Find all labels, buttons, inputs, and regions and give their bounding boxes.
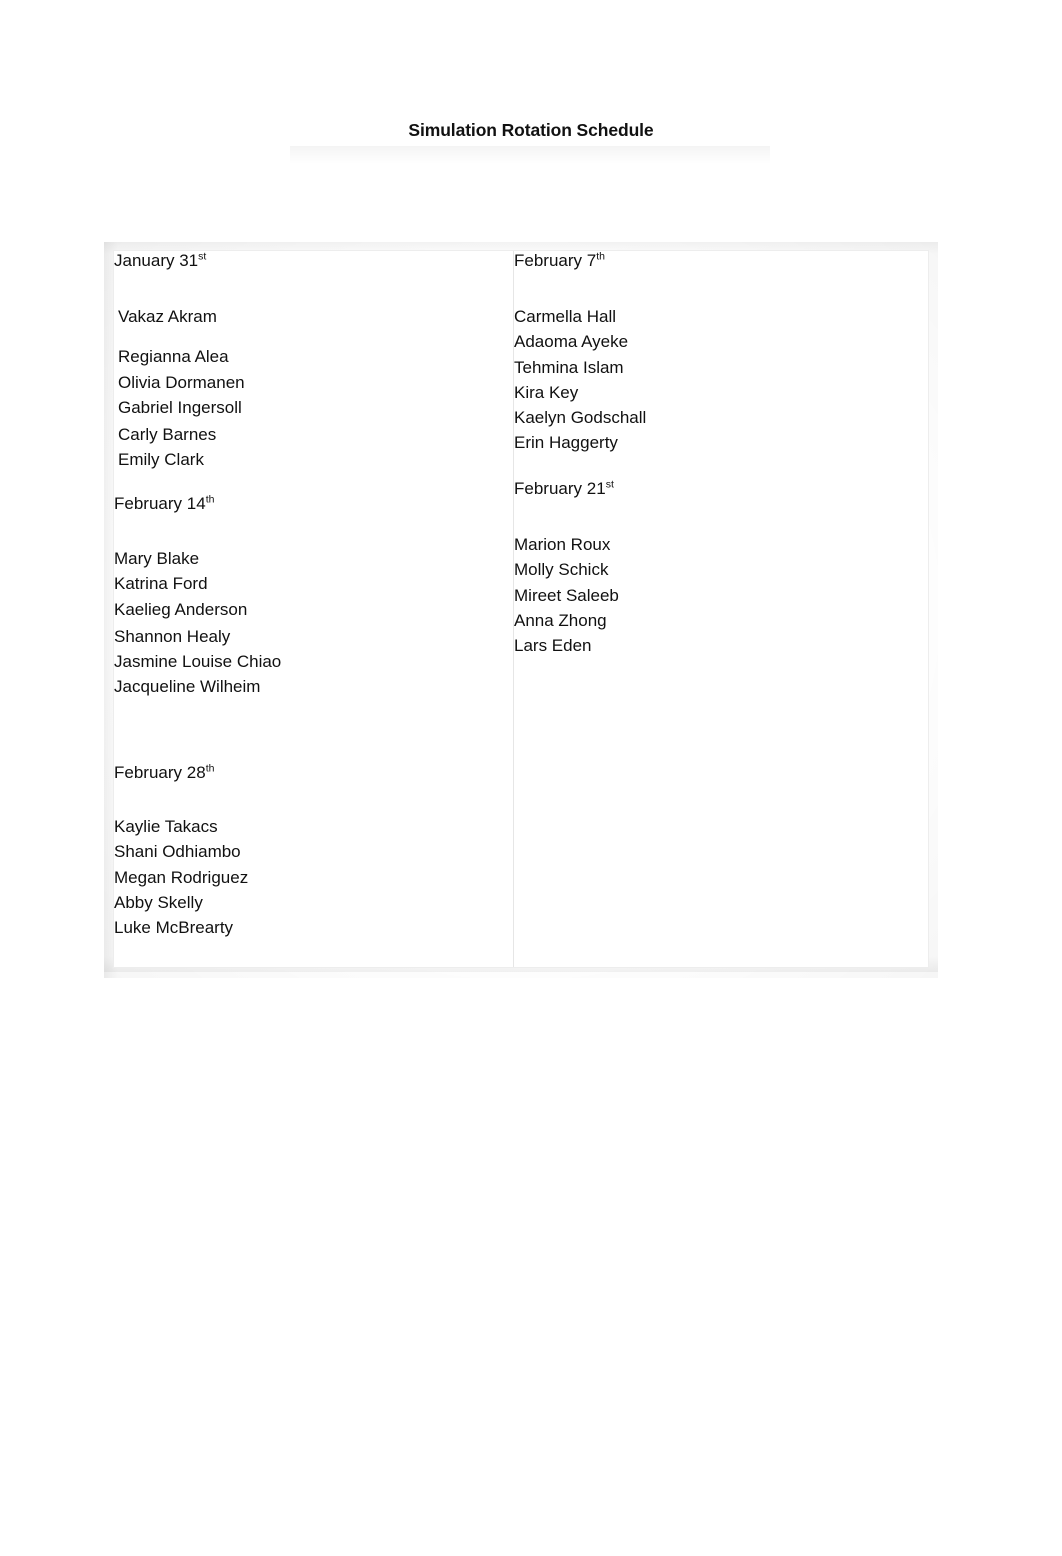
list-item: Adaoma Ayeke xyxy=(514,332,629,352)
section-date-heading: February 14th xyxy=(114,494,513,514)
date-suffix: th xyxy=(596,250,605,263)
list-item: Kaylie Takacs xyxy=(114,817,218,836)
schedule-section-february-7: February 7th Carmella Hall Adaoma Ayeke … xyxy=(514,251,928,456)
list-item: Mireet Saleeb xyxy=(514,585,619,605)
date-suffix: th xyxy=(205,493,215,506)
list-item: Jasmine Louise Chiao xyxy=(114,652,282,672)
list-item: Abby Skelly xyxy=(114,892,203,912)
name-list: Carmella Hall Adaoma Ayeke Tehmina Islam… xyxy=(514,304,928,456)
list-item: Vakaz Akram xyxy=(118,307,217,326)
list-item: Kira Key xyxy=(514,382,579,402)
date-suffix: st xyxy=(198,250,207,263)
schedule-table: January 31st Vakaz Akram Regianna Alea O… xyxy=(113,250,929,968)
list-item: Anna Zhong xyxy=(514,610,607,630)
schedule-section-february-28: February 28th Kaylie Takacs Shani Odhiam… xyxy=(114,763,513,940)
document-page: Simulation Rotation Schedule January 31s… xyxy=(0,0,1062,1556)
name-list: Vakaz Akram Regianna Alea Olivia Dormane… xyxy=(114,304,513,473)
schedule-section-february-21: February 21st Marion Roux Molly Schick M… xyxy=(514,479,928,658)
title-underline-shadow xyxy=(290,146,770,164)
list-item: Katrina Ford xyxy=(114,574,208,594)
date-day: 7 xyxy=(586,251,597,270)
schedule-column-right: February 7th Carmella Hall Adaoma Ayeke … xyxy=(514,251,928,967)
date-month: January xyxy=(114,251,175,270)
list-item: Gabriel Ingersoll xyxy=(118,397,242,417)
schedule-column-left: January 31st Vakaz Akram Regianna Alea O… xyxy=(114,251,514,967)
list-item: Marion Roux xyxy=(514,535,611,554)
date-month: February xyxy=(114,494,183,513)
date-month: February xyxy=(114,763,183,782)
list-item: Kaelyn Godschall xyxy=(514,408,647,428)
list-item: Jacqueline Wilheim xyxy=(114,677,261,697)
list-item: Molly Schick xyxy=(514,560,609,580)
list-item: Carmella Hall xyxy=(514,307,617,326)
section-date-heading: January 31st xyxy=(114,251,513,271)
list-item: Olivia Dormanen xyxy=(118,372,245,392)
list-item: Luke McBrearty xyxy=(114,918,234,938)
list-item: Shani Odhiambo xyxy=(114,842,241,862)
schedule-section-february-14: February 14th Mary Blake Katrina Ford Ka… xyxy=(114,494,513,700)
name-list: Kaylie Takacs Shani Odhiambo Megan Rodri… xyxy=(114,814,513,940)
date-month: February xyxy=(514,479,583,498)
name-list: Marion Roux Molly Schick Mireet Saleeb A… xyxy=(514,532,928,658)
date-suffix: th xyxy=(205,762,215,775)
list-item: Carly Barnes xyxy=(118,425,217,445)
list-item: Regianna Alea xyxy=(118,347,229,367)
list-item: Tehmina Islam xyxy=(514,357,624,377)
list-item: Megan Rodriguez xyxy=(114,867,249,887)
section-date-heading: February 28th xyxy=(114,763,513,783)
date-day: 31 xyxy=(179,251,199,270)
date-day: 14 xyxy=(186,494,206,513)
date-day: 21 xyxy=(586,479,606,498)
list-item: Emily Clark xyxy=(118,450,204,470)
page-title: Simulation Rotation Schedule xyxy=(408,120,654,140)
list-item: Mary Blake xyxy=(114,549,200,568)
list-item: Shannon Healy xyxy=(114,626,231,646)
list-item: Lars Eden xyxy=(514,636,592,656)
date-month: February xyxy=(514,251,583,270)
date-day: 28 xyxy=(186,763,206,782)
schedule-section-january-31: January 31st Vakaz Akram Regianna Alea O… xyxy=(114,251,513,473)
list-item: Erin Haggerty xyxy=(514,433,618,453)
section-date-heading: February 21st xyxy=(514,479,928,499)
section-date-heading: February 7th xyxy=(514,251,928,271)
date-suffix: st xyxy=(605,478,614,491)
list-item: Kaelieg Anderson xyxy=(114,599,248,619)
name-list: Mary Blake Katrina Ford Kaelieg Anderson… xyxy=(114,546,513,700)
